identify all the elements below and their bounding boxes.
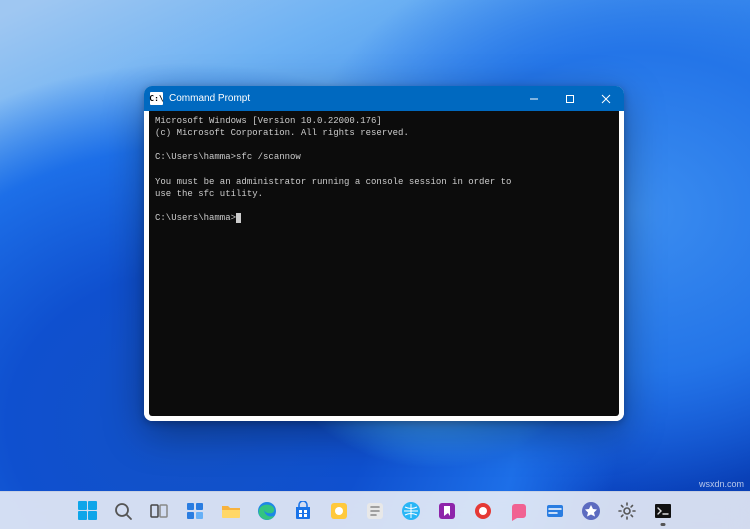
- app-icon: [472, 500, 494, 522]
- minimize-button[interactable]: [516, 86, 552, 111]
- term-prompt: C:\Users\hamma>: [155, 213, 236, 223]
- titlebar[interactable]: C:\ Command Prompt: [144, 86, 624, 111]
- app-icon: [328, 500, 350, 522]
- search-icon: [112, 500, 134, 522]
- app-button-3[interactable]: [395, 495, 427, 527]
- maximize-button[interactable]: [552, 86, 588, 111]
- windows-logo-icon: [76, 500, 98, 522]
- settings-button[interactable]: [611, 495, 643, 527]
- window-controls: [516, 86, 624, 111]
- app-button-5[interactable]: [467, 495, 499, 527]
- app-button-1[interactable]: [323, 495, 355, 527]
- terminal-icon: [652, 500, 674, 522]
- app-icon: [580, 500, 602, 522]
- search-button[interactable]: [107, 495, 139, 527]
- file-explorer-button[interactable]: [215, 495, 247, 527]
- app-button-6[interactable]: [503, 495, 535, 527]
- gear-icon: [616, 500, 638, 522]
- widgets-icon: [184, 500, 206, 522]
- cursor-icon: [236, 213, 241, 223]
- app-icon: [364, 500, 386, 522]
- widgets-button[interactable]: [179, 495, 211, 527]
- start-button[interactable]: [71, 495, 103, 527]
- app-button-7[interactable]: [539, 495, 571, 527]
- command-prompt-window: C:\ Command Prompt Microsoft Windows [Ve…: [144, 86, 624, 421]
- term-line: Microsoft Windows [Version 10.0.22000.17…: [155, 116, 382, 126]
- app-button-4[interactable]: [431, 495, 463, 527]
- term-command: sfc /scannow: [236, 152, 301, 162]
- store-icon: [292, 500, 314, 522]
- task-view-button[interactable]: [143, 495, 175, 527]
- task-view-icon: [148, 500, 170, 522]
- taskbar: [0, 491, 750, 529]
- edge-icon: [256, 500, 278, 522]
- app-icon: [400, 500, 422, 522]
- app-button-2[interactable]: [359, 495, 391, 527]
- folder-icon: [220, 500, 242, 522]
- app-icon: [544, 500, 566, 522]
- app-icon: [436, 500, 458, 522]
- system-menu-icon[interactable]: C:\: [150, 92, 163, 105]
- app-button-8[interactable]: [575, 495, 607, 527]
- close-button[interactable]: [588, 86, 624, 111]
- term-prompt: C:\Users\hamma>: [155, 152, 236, 162]
- store-button[interactable]: [287, 495, 319, 527]
- term-line: (c) Microsoft Corporation. All rights re…: [155, 128, 409, 138]
- term-line: use the sfc utility.: [155, 189, 263, 199]
- window-title: Command Prompt: [169, 93, 516, 104]
- command-prompt-button[interactable]: [647, 495, 679, 527]
- term-line: You must be an administrator running a c…: [155, 177, 511, 187]
- edge-button[interactable]: [251, 495, 283, 527]
- taskbar-items: [71, 495, 679, 527]
- app-icon: [508, 500, 530, 522]
- terminal-output[interactable]: Microsoft Windows [Version 10.0.22000.17…: [144, 111, 624, 421]
- watermark: wsxdn.com: [699, 479, 744, 489]
